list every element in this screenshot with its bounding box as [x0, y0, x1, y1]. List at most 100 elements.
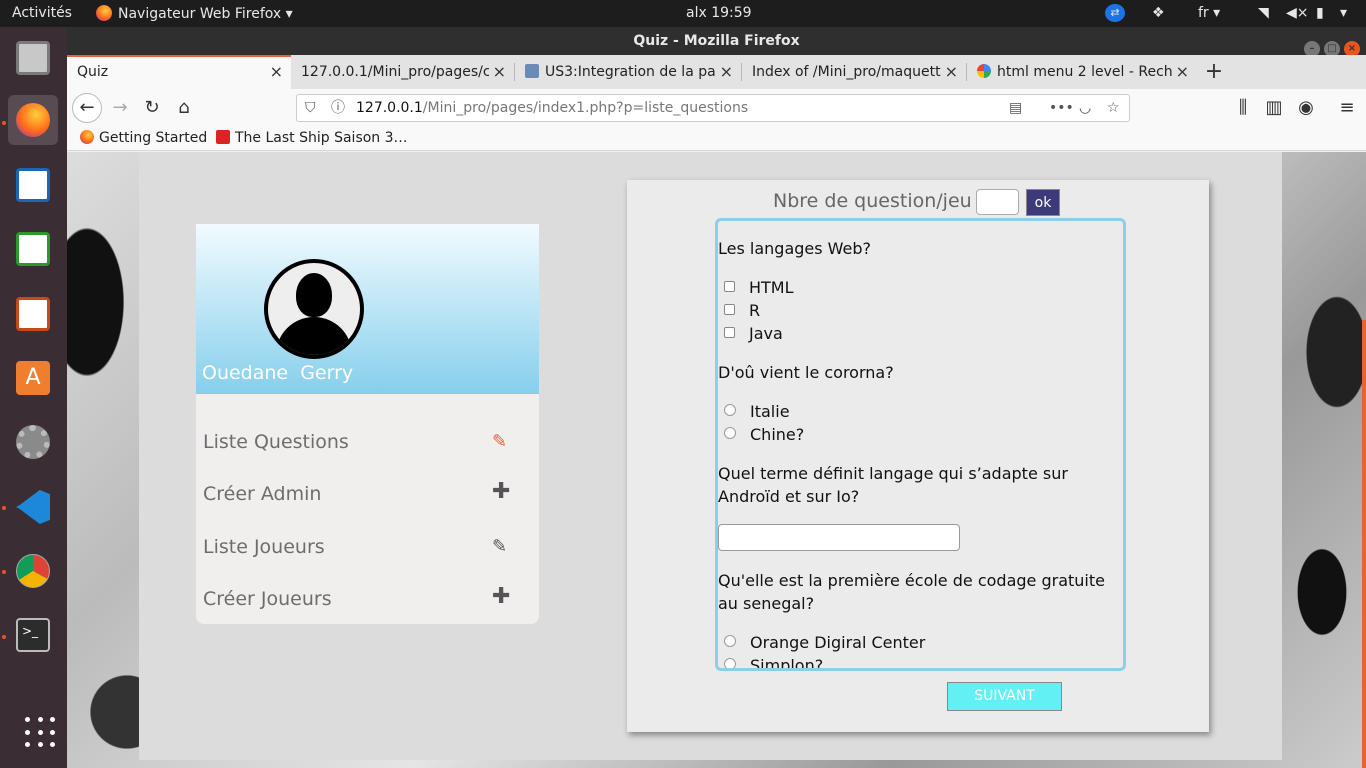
- option-label: Simplon?: [750, 656, 824, 671]
- quiz-card: Nbre de question/jeu ok Les langages Web…: [627, 180, 1209, 732]
- new-tab-button[interactable]: +: [1199, 55, 1229, 89]
- url-host: 127.0.0.1: [356, 100, 423, 116]
- bookmark-last-ship[interactable]: The Last Ship Saison 3…: [216, 130, 408, 146]
- back-button[interactable]: ←: [72, 93, 102, 123]
- option-label: HTML: [749, 278, 794, 297]
- reader-view-icon[interactable]: ▤: [1009, 95, 1022, 121]
- tab-quiz[interactable]: Quiz ×: [67, 55, 291, 89]
- answer-option[interactable]: Italie: [724, 400, 790, 423]
- language-indicator[interactable]: fr ▾: [1198, 5, 1220, 21]
- forward-button[interactable]: →: [106, 94, 134, 122]
- teamviewer-icon[interactable]: ⇄: [1105, 4, 1125, 22]
- terminal-icon: >_: [16, 618, 50, 652]
- software-app[interactable]: A: [8, 353, 58, 403]
- close-tab-icon[interactable]: ×: [270, 57, 283, 87]
- clock[interactable]: alx 19:59: [686, 5, 752, 21]
- bookmark-label: The Last Ship Saison 3…: [235, 130, 408, 146]
- url-text[interactable]: 127.0.0.1/Mini_pro/pages/index1.php?p=li…: [356, 95, 748, 121]
- question-text: D'oû vient le cororna?: [718, 363, 894, 382]
- checkbox[interactable]: [724, 327, 735, 338]
- page-actions-icon[interactable]: •••: [1049, 95, 1074, 121]
- close-tab-icon[interactable]: ×: [1171, 55, 1189, 89]
- firefox-icon: [80, 130, 94, 144]
- software-store-icon: A: [16, 361, 50, 395]
- answer-option[interactable]: HTML: [724, 276, 794, 299]
- firefox-app[interactable]: [8, 95, 58, 145]
- close-tab-icon[interactable]: ×: [940, 55, 958, 89]
- battery-icon[interactable]: ▮: [1316, 5, 1324, 21]
- text-answer-input[interactable]: [718, 524, 960, 551]
- library-icon[interactable]: ⫼: [1229, 94, 1257, 122]
- tab-label: 127.0.0.1/Mini_pro/pages/cr: [301, 64, 497, 80]
- option-label: Italie: [750, 402, 790, 421]
- system-menu-icon[interactable]: ▾: [1340, 5, 1347, 21]
- trello-icon: [525, 64, 539, 78]
- info-icon[interactable]: ⓘ: [331, 95, 345, 121]
- plus-icon[interactable]: ✚: [492, 479, 510, 504]
- ok-button[interactable]: ok: [1026, 189, 1060, 216]
- radio-button[interactable]: [724, 658, 736, 668]
- profile-header: Ouedane Gerry: [196, 224, 539, 394]
- checkbox[interactable]: [724, 281, 735, 292]
- app-grid-icon: [25, 717, 57, 749]
- app-menu[interactable]: Navigateur Web Firefox ▾: [96, 5, 293, 22]
- vscode-app[interactable]: [8, 482, 58, 532]
- answer-option[interactable]: Simplon?: [724, 654, 824, 671]
- tab-mini-pro[interactable]: 127.0.0.1/Mini_pro/pages/cr ×: [291, 55, 514, 89]
- terminal-app[interactable]: >_: [8, 610, 58, 660]
- radio-button[interactable]: [724, 635, 736, 647]
- activities-button[interactable]: Activités: [12, 5, 72, 21]
- scrollbar[interactable]: [1362, 320, 1366, 768]
- dropbox-icon[interactable]: ❖: [1152, 5, 1165, 21]
- wifi-icon[interactable]: ◥: [1258, 5, 1269, 21]
- pocket-icon[interactable]: ◡: [1079, 95, 1091, 121]
- tab-label: html menu 2 level - Rech: [997, 64, 1173, 80]
- close-tab-icon[interactable]: ×: [715, 55, 733, 89]
- calc-app[interactable]: [8, 224, 58, 274]
- menu-creer-admin[interactable]: Créer Admin ✚: [203, 477, 523, 513]
- navigation-toolbar: ← → ↻ ⌂ ⛉ ⓘ 127.0.0.1/Mini_pro/pages/ind…: [67, 89, 1366, 127]
- home-button[interactable]: ⌂: [170, 94, 198, 122]
- writer-app[interactable]: [8, 160, 58, 210]
- reload-button[interactable]: ↻: [138, 94, 166, 122]
- calc-icon: [16, 232, 50, 266]
- menu-liste-questions[interactable]: Liste Questions ✎: [203, 425, 523, 461]
- answer-option[interactable]: Java: [724, 322, 783, 345]
- tab-us3[interactable]: US3:Integration de la pag ×: [515, 55, 741, 89]
- chrome-app[interactable]: [8, 546, 58, 596]
- bookmark-getting-started[interactable]: Getting Started: [80, 130, 207, 146]
- bookmark-star-icon[interactable]: ☆: [1107, 95, 1120, 121]
- close-tab-icon[interactable]: ×: [488, 55, 506, 89]
- menu-creer-joueurs[interactable]: Créer Joueurs ✚: [203, 582, 523, 618]
- shield-icon[interactable]: ⛉: [305, 95, 316, 121]
- profile-card: Ouedane Gerry Liste Questions ✎ Créer Ad…: [196, 224, 539, 624]
- tab-label: US3:Integration de la pag: [545, 64, 725, 80]
- volume-icon[interactable]: ◀×: [1286, 5, 1309, 21]
- hamburger-menu-icon[interactable]: ≡: [1333, 94, 1361, 122]
- settings-app[interactable]: [8, 417, 58, 467]
- impress-app[interactable]: [8, 289, 58, 339]
- edit-list-icon[interactable]: ✎: [492, 431, 507, 452]
- radio-button[interactable]: [724, 427, 736, 439]
- answer-option[interactable]: Orange Digiral Center: [724, 631, 925, 654]
- menu-liste-joueurs[interactable]: Liste Joueurs ✎: [203, 530, 523, 566]
- files-app[interactable]: [8, 33, 58, 83]
- show-applications[interactable]: [8, 707, 58, 757]
- sidebar-icon[interactable]: ▥: [1260, 94, 1288, 122]
- window-titlebar[interactable]: Quiz - Mozilla Firefox – □ ×: [67, 27, 1366, 57]
- running-indicator: [2, 506, 6, 510]
- questions-per-game-input[interactable]: [976, 189, 1019, 215]
- tab-index-of[interactable]: Index of /Mini_pro/maquett ×: [742, 55, 966, 89]
- answer-option[interactable]: R: [724, 299, 760, 322]
- questions-box[interactable]: Les langages Web? HTML R Java D'oû vient…: [715, 218, 1126, 671]
- tab-google-search[interactable]: html menu 2 level - Rech ×: [967, 55, 1197, 89]
- next-button[interactable]: SUIVANT: [947, 682, 1062, 711]
- language-label: fr: [1198, 5, 1209, 21]
- checkbox[interactable]: [724, 304, 735, 315]
- edit-list-icon[interactable]: ✎: [492, 536, 507, 557]
- answer-option[interactable]: Chine?: [724, 423, 804, 446]
- plus-icon[interactable]: ✚: [492, 584, 510, 609]
- account-icon[interactable]: ◉: [1292, 94, 1320, 122]
- url-bar[interactable]: ⛉ ⓘ 127.0.0.1/Mini_pro/pages/index1.php?…: [296, 94, 1130, 122]
- radio-button[interactable]: [724, 404, 736, 416]
